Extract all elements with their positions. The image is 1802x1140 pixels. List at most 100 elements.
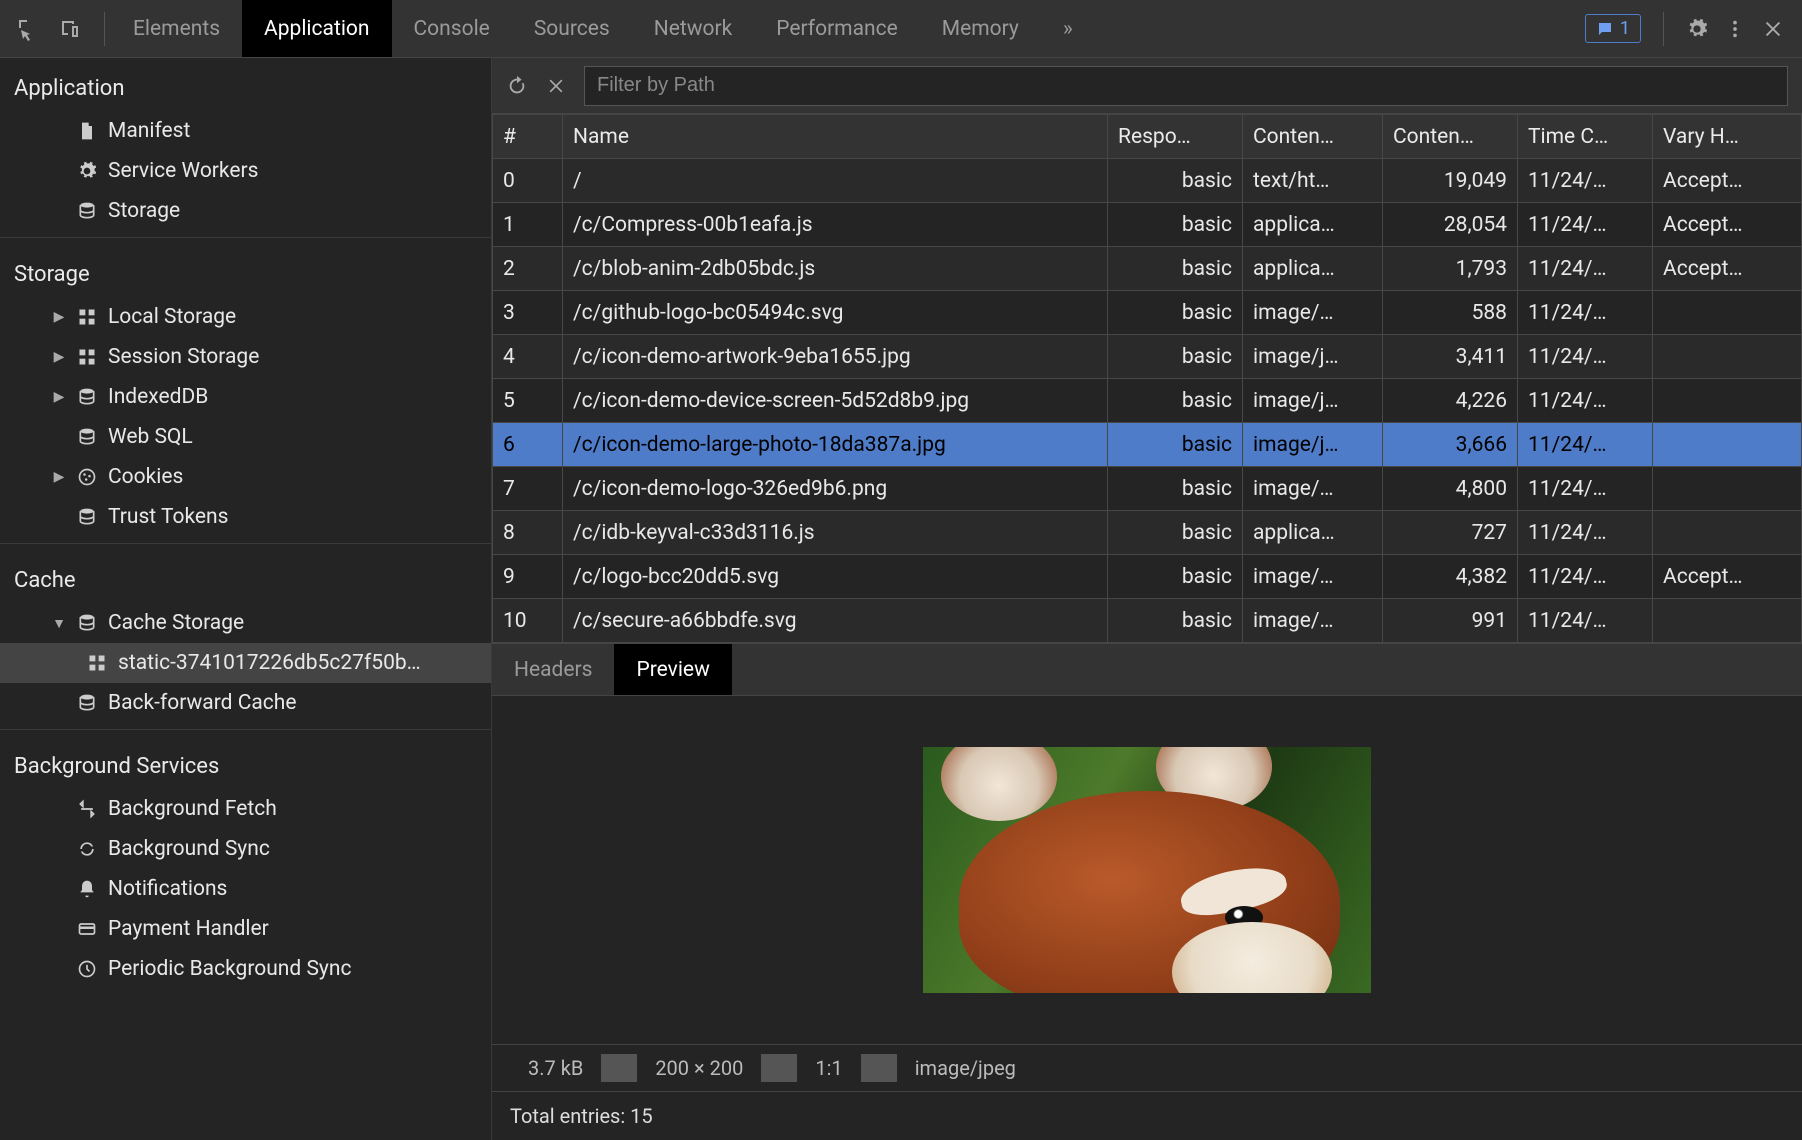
sidebar-item-trust-tokens[interactable]: ▶Trust Tokens [0,497,491,537]
sidebar-item-label: Background Fetch [108,797,277,821]
preview-size: 3.7 kB [510,1056,601,1080]
table-cell: 28,054 [1383,203,1518,247]
table-header[interactable]: Conten… [1383,115,1518,159]
table-row[interactable]: 1/c/Compress-00b1eafa.jsbasicapplica…28,… [493,203,1802,247]
sidebar-item-storage[interactable]: ▶Storage [0,191,491,231]
refresh-icon[interactable] [506,75,528,97]
cookie-icon [76,467,98,487]
footer-status: Total entries: 15 [492,1092,1802,1140]
messages-count: 1 [1620,18,1630,39]
table-cell: basic [1108,423,1243,467]
tab-network[interactable]: Network [632,0,755,57]
divider [104,12,105,46]
table-cell [1653,379,1802,423]
gear-icon[interactable] [1686,18,1708,40]
table-cell: /c/Compress-00b1eafa.js [563,203,1108,247]
sidebar-item-label: IndexedDB [108,385,208,409]
sidebar-item-indexeddb[interactable]: ▶ IndexedDB [0,377,491,417]
table-row[interactable]: 9/c/logo-bcc20dd5.svgbasicimage/…4,38211… [493,555,1802,599]
table-cell: /c/icon-demo-logo-326ed9b6.png [563,467,1108,511]
tab-sources[interactable]: Sources [512,0,632,57]
group-title: Application [0,58,491,111]
table-cell: 727 [1383,511,1518,555]
tab-memory[interactable]: Memory [920,0,1041,57]
sidebar-item-back-forward-cache[interactable]: ▶Back-forward Cache [0,683,491,723]
table-row[interactable]: 6/c/icon-demo-large-photo-18da387a.jpgba… [493,423,1802,467]
messages-badge[interactable]: 1 [1585,14,1641,43]
table-row[interactable]: 5/c/icon-demo-device-screen-5d52d8b9.jpg… [493,379,1802,423]
tab-console[interactable]: Console [392,0,512,57]
sidebar-item-label: Cookies [108,465,183,489]
sidebar-item-web-sql[interactable]: ▶Web SQL [0,417,491,457]
expand-icon[interactable]: ▶ [52,349,66,365]
filter-input[interactable] [584,66,1788,106]
tab-performance[interactable]: Performance [754,0,919,57]
group-title: Storage [0,244,491,297]
table-row[interactable]: 0/basictext/ht…19,04911/24/…Accept… [493,159,1802,203]
db-icon [76,427,98,447]
table-cell: image/… [1243,291,1383,335]
table-cell [1653,423,1802,467]
sidebar-item-background-fetch[interactable]: ▶Background Fetch [0,789,491,829]
tab-elements[interactable]: Elements [111,0,242,57]
table-row[interactable]: 2/c/blob-anim-2db05bdc.jsbasicapplica…1,… [493,247,1802,291]
table-cell: 11/24/… [1518,467,1653,511]
table-cell [1653,291,1802,335]
table-cell: applica… [1243,247,1383,291]
sidebar-item-label: Periodic Background Sync [108,957,351,981]
table-row[interactable]: 10/c/secure-a66bbdfe.svgbasicimage/…9911… [493,599,1802,643]
table-cell: /c/blob-anim-2db05bdc.js [563,247,1108,291]
sync-icon [76,839,98,859]
fetch-icon [76,799,98,819]
card-icon [76,919,98,939]
sidebar-item-label: Cache Storage [108,611,244,635]
device-toggle-icon[interactable] [58,17,82,41]
table-header[interactable]: Time C… [1518,115,1653,159]
expand-icon[interactable]: ▶ [52,309,66,325]
sidebar-item-periodic-background-sync[interactable]: ▶Periodic Background Sync [0,949,491,989]
preview-area [492,696,1802,1044]
table-cell: image/j… [1243,379,1383,423]
table-row[interactable]: 7/c/icon-demo-logo-326ed9b6.pngbasicimag… [493,467,1802,511]
sidebar-item-cache-entry[interactable]: static-3741017226db5c27f50b… [0,643,491,683]
table-cell: 8 [493,511,563,555]
detail-tab-headers[interactable]: Headers [492,644,614,695]
sidebar-item-label: Manifest [108,119,190,143]
table-header[interactable]: Vary H… [1653,115,1802,159]
table-header[interactable]: # [493,115,563,159]
table-header[interactable]: Name [563,115,1108,159]
more-tabs[interactable]: » [1041,17,1095,41]
table-header[interactable]: Respo… [1108,115,1243,159]
sidebar-item-cookies[interactable]: ▶ Cookies [0,457,491,497]
table-cell: basic [1108,599,1243,643]
sidebar-item-session-storage[interactable]: ▶Session Storage [0,337,491,377]
sidebar-item-service-workers[interactable]: ▶Service Workers [0,151,491,191]
close-icon[interactable] [1762,18,1784,40]
clear-icon[interactable] [546,76,566,96]
table-cell: /c/icon-demo-device-screen-5d52d8b9.jpg [563,379,1108,423]
tab-application[interactable]: Application [242,0,391,57]
expand-icon[interactable]: ▶ [52,389,66,405]
table-header[interactable]: Conten… [1243,115,1383,159]
detail-tab-preview[interactable]: Preview [614,644,731,695]
table-cell: 1,793 [1383,247,1518,291]
sidebar-item-label: Notifications [108,877,227,901]
db-icon [76,507,98,527]
sidebar-item-local-storage[interactable]: ▶Local Storage [0,297,491,337]
sidebar-item-payment-handler[interactable]: ▶Payment Handler [0,909,491,949]
sidebar-item-notifications[interactable]: ▶Notifications [0,869,491,909]
expand-icon[interactable]: ▶ [52,469,66,485]
expand-icon[interactable]: ▼ [52,615,66,632]
sidebar-item-label: static-3741017226db5c27f50b… [118,651,421,675]
table-cell: 6 [493,423,563,467]
detail-tabs: HeadersPreview [492,644,1802,696]
table-row[interactable]: 8/c/idb-keyval-c33d3116.jsbasicapplica…7… [493,511,1802,555]
table-row[interactable]: 4/c/icon-demo-artwork-9eba1655.jpgbasici… [493,335,1802,379]
sidebar-item-background-sync[interactable]: ▶Background Sync [0,829,491,869]
kebab-icon[interactable] [1724,18,1746,40]
table-cell: /c/secure-a66bbdfe.svg [563,599,1108,643]
sidebar-item-cache-storage[interactable]: ▼ Cache Storage [0,603,491,643]
inspect-icon[interactable] [16,17,40,41]
table-row[interactable]: 3/c/github-logo-bc05494c.svgbasicimage/…… [493,291,1802,335]
sidebar-item-manifest[interactable]: ▶Manifest [0,111,491,151]
